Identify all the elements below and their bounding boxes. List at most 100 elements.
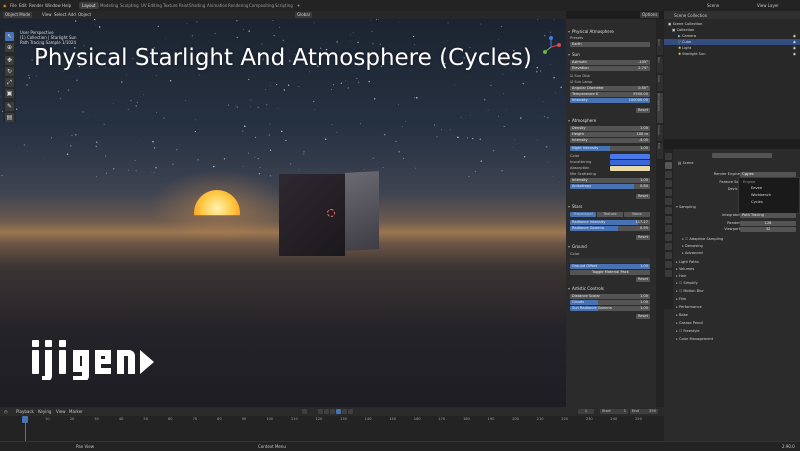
object-mode-dropdown[interactable]: Object Mode <box>3 12 33 18</box>
object-properties-tab-icon[interactable] <box>665 207 672 214</box>
stars-tab-procedural[interactable]: Procedural <box>570 212 596 217</box>
clock-icon[interactable]: ◷ <box>4 409 8 414</box>
sun-radiance-gamma-field[interactable]: Sun Radiance Gamma 1.00 <box>570 306 650 311</box>
workspace-tab-scripting[interactable]: Scripting <box>272 2 296 9</box>
stars-section-header[interactable]: ▾ Stars <box>568 204 654 209</box>
sun-lamp-checkbox[interactable]: ☑ Sun Lamp <box>570 80 650 85</box>
tool-properties-tab-icon[interactable] <box>665 153 672 160</box>
physical-atmosphere-header[interactable]: ▾ Physical Atmosphere <box>568 29 654 34</box>
timeline-menu-marker[interactable]: Marker <box>69 409 83 414</box>
timeline-menu-view[interactable]: View <box>56 409 66 414</box>
sun-temperature-field[interactable]: Temperature K 5500.00 <box>570 92 650 97</box>
end-frame-field[interactable]: End 250 <box>630 409 658 414</box>
presets-dropdown[interactable]: Earth <box>570 42 650 47</box>
3d-cursor-icon[interactable] <box>327 209 335 217</box>
scene-selector[interactable]: Scene <box>707 3 719 8</box>
constraints-properties-tab-icon[interactable] <box>665 243 672 250</box>
sun-disk-checkbox[interactable]: ☑ Sun Disk <box>570 74 650 79</box>
color-management-panel[interactable]: ▸ Color Management <box>676 336 798 342</box>
timeline[interactable]: 1102030405060708090100110120130140150160… <box>0 416 664 441</box>
atmosphere-section-header[interactable]: ▾ Atmosphere <box>568 118 654 123</box>
ground-section-header[interactable]: ▾ Ground <box>568 244 654 249</box>
distance-scalar-field[interactable]: Distance Scalar 1.00 <box>570 294 650 299</box>
sun-section-header[interactable]: ▾ Sun <box>568 52 654 57</box>
scale-tool-icon[interactable]: ⤢ <box>5 78 14 87</box>
atmosphere-color-swatch[interactable] <box>610 154 650 159</box>
select-box-tool-icon[interactable]: ↖ <box>5 32 14 41</box>
navigation-gizmo-icon[interactable] <box>540 36 562 58</box>
menu-help[interactable]: Help <box>62 3 71 8</box>
sun-intensity-field[interactable]: Intensity 100000.00 <box>570 98 650 103</box>
atmosphere-reset-button[interactable]: Reset <box>635 194 650 199</box>
clouds-field[interactable]: Clouds 1.00 <box>570 300 650 305</box>
texture-properties-tab-icon[interactable] <box>665 270 672 277</box>
sun-angular-diameter-field[interactable]: Angular Diameter 0.50° <box>570 86 650 91</box>
outliner-row-starlight-sun[interactable]: ✺ Starlight Sun ◉ <box>664 51 800 57</box>
cursor-tool-icon[interactable]: ⊕ <box>5 43 14 52</box>
cube-side-face[interactable] <box>345 171 379 251</box>
timeline-menu-keying[interactable]: Keying <box>38 409 51 414</box>
world-properties-tab-icon[interactable] <box>665 198 672 205</box>
prev-keyframe-icon[interactable] <box>324 409 329 414</box>
ground-reset-button[interactable]: Reset <box>635 277 650 282</box>
absorption-color-swatch[interactable] <box>610 166 650 171</box>
output-properties-tab-icon[interactable] <box>665 171 672 178</box>
sidebar-tab-atmosphere[interactable]: Atmosphere <box>657 93 663 123</box>
playhead[interactable] <box>22 416 28 423</box>
light-paths-panel[interactable]: ▸ Light Paths <box>676 259 798 265</box>
denoising-panel[interactable]: ▸ Denoising <box>676 243 798 249</box>
data-properties-tab-icon[interactable] <box>665 252 672 259</box>
stars-reset-button[interactable]: Reset <box>635 235 650 240</box>
annotate-tool-icon[interactable]: ✎ <box>5 102 14 111</box>
motion-blur-panel[interactable]: ▸ ☐ Motion Blur <box>676 288 798 294</box>
play-reverse-icon[interactable] <box>330 409 335 414</box>
viewport-options-button[interactable]: Options <box>640 12 660 18</box>
record-button-icon[interactable] <box>302 409 307 414</box>
advanced-panel[interactable]: ▸ Advanced <box>676 250 798 256</box>
add-workspace-button[interactable]: + <box>297 3 300 8</box>
viewport-samples-field[interactable]: 32 <box>740 226 796 232</box>
render-properties-tab-icon[interactable] <box>665 162 672 169</box>
transform-tool-icon[interactable]: ▣ <box>5 89 14 98</box>
transform-orientation-dropdown[interactable]: Global <box>295 12 312 18</box>
toggle-material-pack-button[interactable]: Toggle Material Pack <box>570 270 650 275</box>
mie-anisotropy-field[interactable]: Anisotropy 0.80 <box>570 184 650 189</box>
properties-search-input[interactable] <box>712 152 772 158</box>
atmosphere-night-intensity-field[interactable]: Night Intensity 1.00 <box>570 146 650 151</box>
stars-tab-texture[interactable]: Texture <box>597 212 623 217</box>
physics-properties-tab-icon[interactable] <box>665 234 672 241</box>
modifier-properties-tab-icon[interactable] <box>665 216 672 223</box>
sun-azimuth-field[interactable]: Azimuth -105° <box>570 60 650 65</box>
current-frame-field[interactable]: 1 <box>578 409 594 414</box>
viewport-menu-object[interactable]: Object <box>76 12 93 18</box>
move-tool-icon[interactable]: ✥ <box>5 56 14 65</box>
adaptive-sampling-panel[interactable]: ▸ ☐ Adaptive Sampling <box>676 236 798 242</box>
render-engine-dropdown[interactable]: Cycles <box>740 171 796 177</box>
integrator-dropdown[interactable]: Path Tracing <box>740 212 796 218</box>
material-properties-tab-icon[interactable] <box>665 261 672 268</box>
start-frame-field[interactable]: Start 1 <box>600 409 628 414</box>
render-samples-field[interactable]: 128 <box>740 220 796 226</box>
atmosphere-intensity-field[interactable]: Intensity -4.00 <box>570 138 650 143</box>
sun-elevation-field[interactable]: Elevation 2.74° <box>570 66 650 71</box>
ground-color-swatch[interactable] <box>570 258 650 263</box>
performance-panel[interactable]: ▸ Performance <box>676 304 798 310</box>
bake-panel[interactable]: ▸ Bake <box>676 312 798 318</box>
measure-tool-icon[interactable]: ▤ <box>5 113 14 122</box>
mie-intensity-field[interactable]: Intensity 1.00 <box>570 178 650 183</box>
sidebar-tab-edit[interactable]: Edit <box>657 143 663 159</box>
sidebar-tab-tool[interactable]: Tool <box>657 57 663 73</box>
workspace-tab-layout[interactable]: Layout <box>79 2 99 9</box>
stars-tab-none[interactable]: None <box>624 212 650 217</box>
next-keyframe-icon[interactable] <box>342 409 347 414</box>
atmosphere-height-field[interactable]: Height 100 m <box>570 132 650 137</box>
engine-option-eevee[interactable]: Eevee <box>751 186 762 190</box>
simplify-panel[interactable]: ▸ ☐ Simplify <box>676 280 798 286</box>
particles-properties-tab-icon[interactable] <box>665 225 672 232</box>
inscattering-color-swatch[interactable] <box>610 160 650 165</box>
grease-pencil-panel[interactable]: ▸ Grease Pencil <box>676 320 798 326</box>
rotate-tool-icon[interactable]: ↻ <box>5 67 14 76</box>
cube-front-face[interactable] <box>279 174 345 256</box>
stars-radiance-intensity-field[interactable]: Radiance Intensity 117.27 <box>570 220 650 225</box>
menu-window[interactable]: Window <box>45 3 61 8</box>
